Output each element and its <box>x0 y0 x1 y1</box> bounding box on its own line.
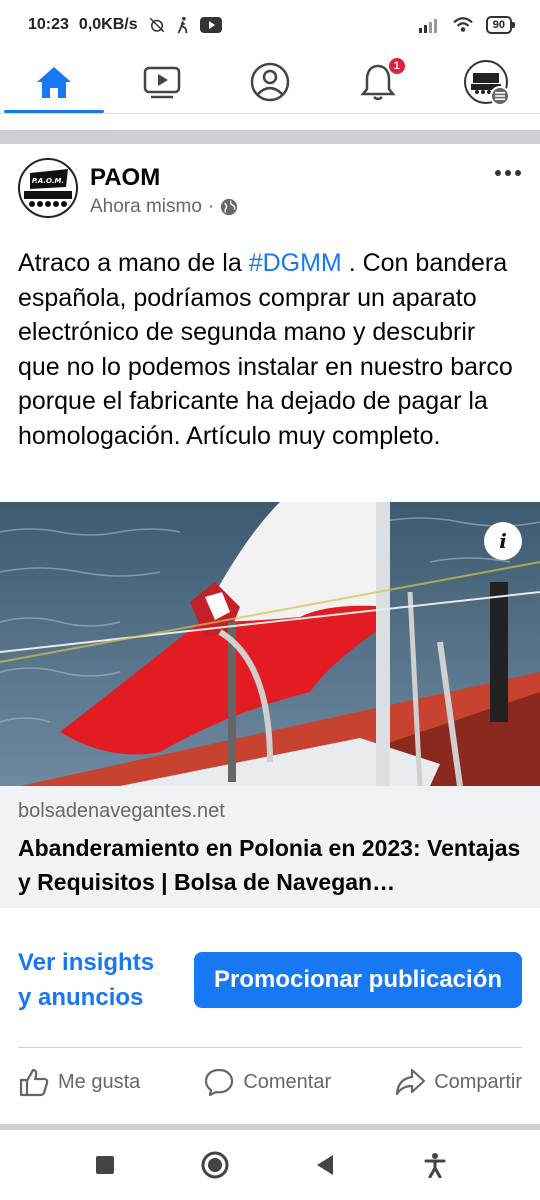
more-options-button[interactable] <box>494 156 522 186</box>
home-icon <box>37 66 71 98</box>
post-text-before: Atraco a mano de la <box>18 249 249 277</box>
info-button[interactable]: i <box>484 522 522 560</box>
post-header: P.A.O.M. PAOM Ahora mismo · <box>18 158 522 228</box>
page-avatar[interactable]: P.A.O.M. <box>18 158 78 218</box>
system-nav-bar <box>0 1130 540 1200</box>
link-preview-image[interactable]: i <box>0 502 540 786</box>
comment-label: Comentar <box>243 1070 332 1093</box>
link-title: Abanderamiento en Polonia en 2023: Venta… <box>18 835 521 895</box>
status-right: 90 <box>418 16 516 34</box>
hashtag-link[interactable]: #DGMM <box>249 249 342 277</box>
feed-separator <box>0 130 540 144</box>
more-icon <box>495 170 521 176</box>
comment-icon <box>205 1068 234 1097</box>
tab-menu[interactable] <box>432 50 540 113</box>
wifi-icon <box>452 17 473 32</box>
view-insights-link[interactable]: Ver insights y anuncios <box>18 945 158 1015</box>
comment-button[interactable]: Comentar <box>203 1067 331 1097</box>
status-time: 10:23 <box>28 16 69 33</box>
page-avatar-icon <box>464 59 510 106</box>
notification-badge: 1 <box>386 56 407 76</box>
link-domain: bolsadenavegantes.net <box>18 800 225 822</box>
tab-watch[interactable] <box>108 50 216 113</box>
promote-post-button[interactable]: Promocionar publicación <box>194 952 522 1008</box>
thumbs-up-icon <box>19 1068 49 1097</box>
top-nav: 1 <box>0 50 540 114</box>
status-left: 10:23 0,0KB/s <box>28 16 222 34</box>
status-bar: 10:23 0,0KB/s 90 <box>0 0 540 50</box>
globe-icon <box>221 198 238 216</box>
post-meta: Ahora mismo · <box>90 196 238 218</box>
share-button[interactable]: Compartir <box>394 1067 522 1097</box>
like-button[interactable]: Me gusta <box>18 1066 140 1098</box>
back-triangle-icon <box>317 1155 333 1175</box>
post-timestamp[interactable]: Ahora mismo <box>90 196 202 218</box>
youtube-icon <box>199 17 222 33</box>
menu-icon <box>490 85 510 106</box>
profile-icon <box>250 62 290 101</box>
sailboat-flag-image <box>0 502 540 786</box>
avatar-logo-text: P.A.O.M. <box>32 177 64 185</box>
link-preview-meta[interactable]: bolsadenavegantes.net Abanderamiento en … <box>0 786 540 908</box>
status-speed: 0,0KB/s <box>78 16 138 33</box>
tab-home[interactable] <box>0 50 108 113</box>
meta-separator: · <box>207 196 215 217</box>
post-text-after: . Con bandera española, podríamos compra… <box>18 249 513 450</box>
battery-indicator: 90 <box>485 16 516 34</box>
back-button[interactable] <box>270 1154 380 1176</box>
page-name[interactable]: PAOM <box>90 164 238 192</box>
accessibility-button[interactable] <box>380 1152 490 1178</box>
tab-notifications[interactable]: 1 <box>324 50 432 113</box>
post-actions-row: Ver insights y anuncios Promocionar publ… <box>18 920 522 1040</box>
circle-icon <box>201 1151 229 1179</box>
like-label: Me gusta <box>58 1070 141 1093</box>
square-icon <box>96 1156 114 1174</box>
home-nav-button[interactable] <box>160 1151 270 1179</box>
walking-icon <box>177 16 188 34</box>
recents-button[interactable] <box>50 1155 160 1175</box>
reaction-bar: Me gusta Comentar Compartir <box>18 1060 522 1104</box>
reactions-divider <box>18 1047 522 1048</box>
video-icon <box>143 66 181 98</box>
share-icon <box>396 1068 426 1096</box>
tab-profile[interactable] <box>216 50 324 113</box>
signal-icon <box>418 19 437 33</box>
post-text: Atraco a mano de la #DGMM . Con bandera … <box>18 246 522 453</box>
post-header-text: PAOM Ahora mismo · <box>90 158 238 228</box>
share-label: Compartir <box>434 1070 522 1093</box>
alarm-off-icon <box>149 17 164 33</box>
accessibility-icon <box>424 1153 446 1178</box>
